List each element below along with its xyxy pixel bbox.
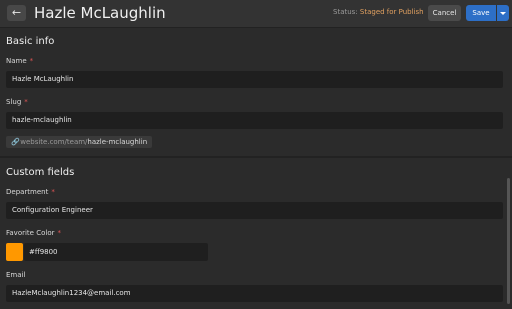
url-slug: hazle-mclaughlin [87, 138, 148, 146]
department-label: Department * [6, 188, 55, 196]
scrollbar[interactable] [507, 178, 510, 304]
required-marker: * [57, 229, 61, 237]
name-label: Name * [6, 57, 34, 65]
slug-input[interactable]: hazle-mclaughlin [6, 112, 503, 129]
cancel-button[interactable]: Cancel [428, 5, 461, 21]
required-marker: * [29, 57, 34, 65]
required-marker: * [51, 188, 55, 196]
link-icon: 🔗 [11, 138, 20, 146]
department-input[interactable]: Configuration Engineer [6, 202, 503, 219]
top-bar: ← Hazle McLaughlin Status: Staged for Pu… [0, 0, 512, 28]
page-title: Hazle McLaughlin [34, 4, 166, 22]
favorite-color-input[interactable]: #ff9800 [24, 243, 208, 261]
color-swatch[interactable] [6, 243, 23, 261]
url-preview[interactable]: 🔗 website.com/team/hazle-mclaughlin [6, 136, 153, 148]
email-input[interactable]: HazleMclaughlin1234@email.com [6, 285, 503, 302]
required-marker: * [24, 98, 28, 106]
section-divider [0, 156, 512, 158]
arrow-left-icon: ← [11, 6, 22, 19]
favorite-color-label: Favorite Color * [6, 229, 61, 237]
url-prefix: website.com/team/ [20, 138, 88, 146]
custom-fields-heading: Custom fields [6, 167, 75, 178]
save-button[interactable]: Save [466, 5, 496, 21]
name-input[interactable]: Hazle McLaughlin [6, 71, 503, 88]
status-value: Staged for Publish [359, 8, 424, 16]
email-label: Email [6, 271, 26, 279]
basic-info-heading: Basic info [6, 36, 55, 47]
status-text: Status: Staged for Publish [333, 8, 424, 16]
save-options-chevron-down-icon[interactable] [497, 5, 509, 21]
slug-label: Slug * [6, 98, 28, 106]
status-label: Status: [333, 8, 358, 16]
back-button[interactable]: ← [7, 5, 26, 21]
